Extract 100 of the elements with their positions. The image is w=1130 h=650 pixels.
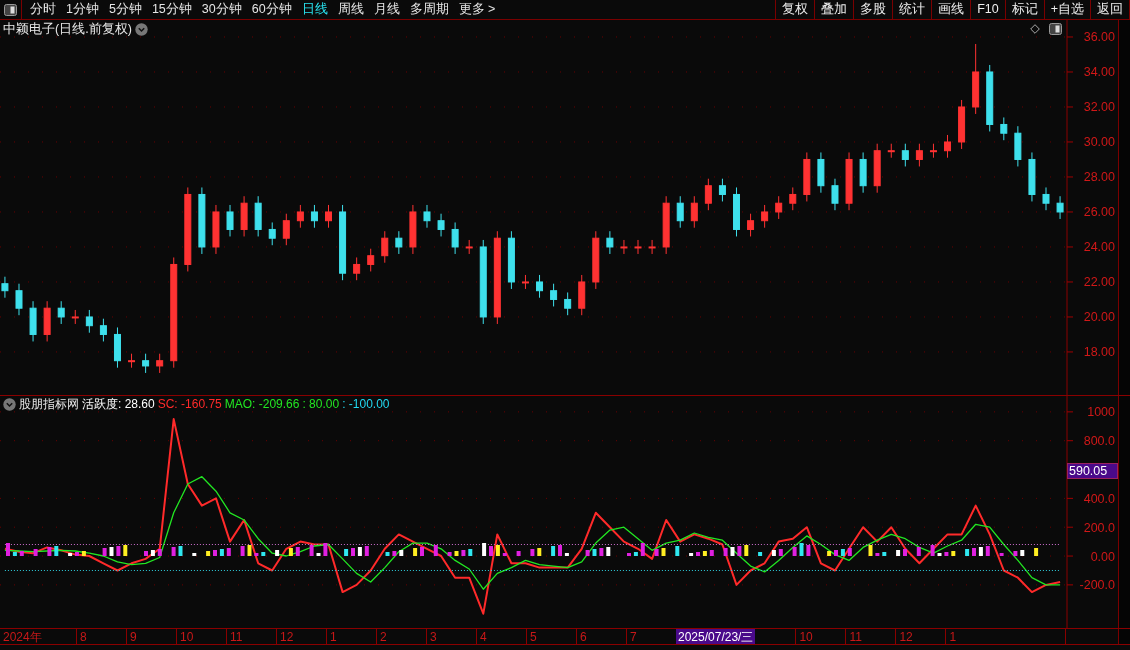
- candlestick: [156, 353, 164, 374]
- candlestick: [43, 300, 51, 342]
- time-axis-label: 1: [326, 629, 376, 644]
- candlestick: [212, 204, 220, 255]
- axis-label: -200.0: [1079, 578, 1115, 593]
- cursor-date-label: 2025/07/23/三: [676, 629, 756, 644]
- time-axis-label: 6: [576, 629, 626, 644]
- period-tab[interactable]: 30分钟: [196, 0, 247, 19]
- panel-toggle-icon[interactable]: [1049, 23, 1062, 35]
- toolbar-button[interactable]: F10: [970, 0, 1005, 19]
- time-axis-label: 2: [376, 629, 426, 644]
- candlestick: [268, 221, 276, 246]
- indicator-name: 股朋指标网: [19, 396, 79, 413]
- toolbar-button[interactable]: 画线: [931, 0, 971, 19]
- candlestick: [704, 178, 712, 211]
- candlestick: [226, 204, 234, 237]
- candlestick: [929, 143, 937, 159]
- candlestick: [198, 186, 206, 255]
- axis-label: 34.00: [1083, 65, 1115, 80]
- toolbar-button[interactable]: 复权: [775, 0, 815, 19]
- candlestick: [901, 143, 909, 167]
- candlestick: [128, 353, 136, 369]
- candlestick: [789, 186, 797, 211]
- axis-label: 22.00: [1083, 275, 1115, 290]
- chart-title: 中颖电子(日线.前复权): [3, 21, 132, 38]
- candlestick: [325, 204, 332, 229]
- diamond-icon[interactable]: [1030, 24, 1040, 34]
- toolbar-button[interactable]: 标记: [1004, 0, 1044, 19]
- candlestick: [29, 300, 37, 342]
- candlestick: [395, 230, 403, 255]
- candlestick: [859, 151, 867, 194]
- candlestick: [733, 186, 740, 237]
- axis-label: 26.00: [1083, 205, 1115, 220]
- panel-toggle-icon[interactable]: [4, 4, 17, 16]
- axis-label: 32.00: [1083, 100, 1115, 115]
- toolbar-button[interactable]: 叠加: [814, 0, 854, 19]
- candlestick: [409, 204, 417, 255]
- candlestick: [887, 143, 895, 159]
- candlestick: [803, 151, 811, 202]
- dropdown-icon[interactable]: [134, 22, 148, 36]
- candlestick: [662, 195, 670, 255]
- candlestick: [296, 204, 304, 229]
- axis-label: 0.00: [1090, 549, 1115, 564]
- candlestick: [1014, 125, 1022, 167]
- period-tab[interactable]: 5分钟: [103, 0, 147, 19]
- time-axis-label: 3: [426, 629, 476, 644]
- axis-label: 28.00: [1083, 170, 1115, 185]
- period-tab[interactable]: 1分钟: [61, 0, 104, 19]
- candlestick: [1056, 195, 1064, 220]
- axis-label: 400.0: [1083, 491, 1115, 506]
- candlestick: [437, 213, 445, 237]
- candlestick: [521, 274, 529, 290]
- candlestick: [620, 239, 628, 255]
- period-tab[interactable]: 月线: [368, 0, 405, 19]
- candlestick: [142, 353, 150, 374]
- toolbar-button[interactable]: 统计: [892, 0, 932, 19]
- candlestick: [451, 221, 459, 255]
- time-axis-label: 12: [895, 629, 946, 644]
- candlestick: [353, 256, 361, 281]
- time-axis-label: 9: [126, 629, 176, 644]
- candlestick: [1028, 151, 1036, 202]
- cursor-value-label: 590.05: [1067, 462, 1118, 479]
- candlestick: [775, 195, 783, 220]
- candlestick: [578, 274, 586, 316]
- candlestick: [1000, 116, 1008, 141]
- candlestick: [465, 239, 473, 255]
- candlestick: [254, 195, 262, 237]
- candlestick: [1042, 186, 1050, 211]
- indicator-readout: : -100.00: [342, 396, 390, 413]
- candlestick: [1, 276, 9, 299]
- time-axis-label: 10: [176, 629, 226, 644]
- period-tab[interactable]: 60分钟: [246, 0, 297, 19]
- period-tab[interactable]: 分时: [25, 0, 61, 19]
- period-tab[interactable]: 15分钟: [146, 0, 197, 19]
- candlestick: [15, 283, 23, 316]
- candlestick: [381, 230, 389, 264]
- indicator-readout: SC: -160.75: [157, 396, 222, 413]
- candlestick: [986, 64, 994, 132]
- axis-label: 18.00: [1083, 345, 1115, 360]
- candlestick: [690, 195, 698, 229]
- candlestick: [747, 213, 755, 237]
- period-tab[interactable]: 日线: [296, 0, 333, 19]
- period-tab[interactable]: 多周期: [404, 0, 454, 19]
- toolbar-button[interactable]: +自选: [1043, 0, 1090, 19]
- time-axis-label: 4: [476, 629, 526, 644]
- toolbar-button[interactable]: 多股: [853, 0, 893, 19]
- time-axis-label: 5: [526, 629, 576, 644]
- candlestick: [240, 195, 248, 237]
- candlestick: [648, 239, 656, 255]
- candlestick: [57, 300, 65, 325]
- dropdown-icon[interactable]: [3, 398, 16, 411]
- period-tab[interactable]: 更多 >: [453, 0, 501, 19]
- candlestick: [536, 274, 544, 299]
- candlestick: [550, 283, 558, 307]
- axis-label: 30.00: [1083, 135, 1115, 150]
- time-axis-label: 12: [276, 629, 326, 644]
- period-tab[interactable]: 周线: [332, 0, 369, 19]
- time-axis-label: 2024年: [2, 629, 43, 644]
- candlestick: [831, 178, 839, 211]
- time-axis-label: 11: [226, 629, 276, 644]
